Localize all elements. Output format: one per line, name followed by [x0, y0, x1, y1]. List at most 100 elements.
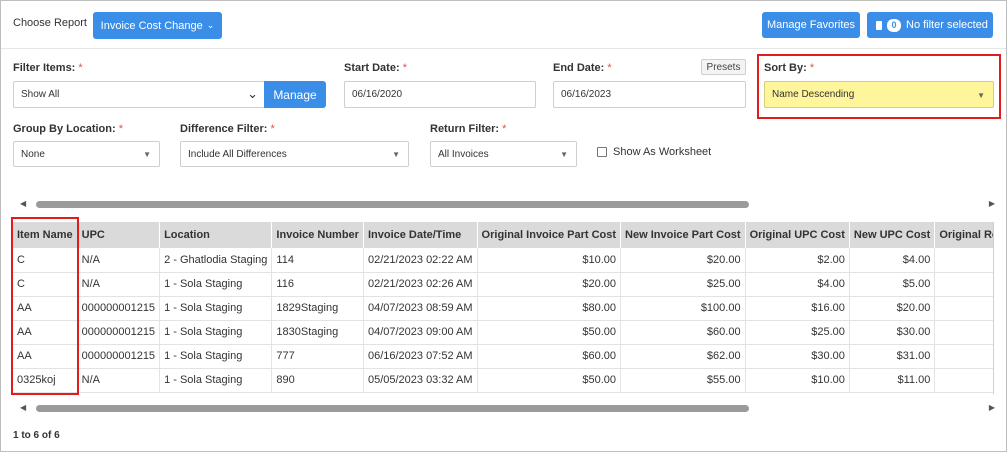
- table-cell: $50.00: [477, 368, 622, 393]
- table-row[interactable]: AA 000000001215 1 - Sola Staging 777 06/16/2…: [13, 344, 993, 369]
- show-as-worksheet-checkbox[interactable]: [597, 147, 607, 157]
- show-as-worksheet-label: Show As Worksheet: [613, 146, 712, 158]
- scroll-left-icon[interactable]: ◀: [20, 403, 26, 412]
- column-header[interactable]: New Invoice Part Cost: [620, 222, 746, 248]
- column-header[interactable]: New UPC Cost: [849, 222, 936, 248]
- results-table: Item Name UPC Location Invoice Number In…: [13, 222, 993, 393]
- table-cell: $30.00: [849, 320, 936, 345]
- table-cell: 000000001215: [77, 344, 161, 369]
- start-date-label: Start Date: *: [344, 62, 407, 74]
- table-cell: 1 - Sola Staging: [159, 296, 273, 321]
- column-header[interactable]: UPC: [77, 222, 161, 248]
- table-row[interactable]: AA 000000001215 1 - Sola Staging 1830Stagin…: [13, 320, 993, 345]
- group-by-value: None: [21, 148, 45, 160]
- chevron-down-icon: ⌄: [206, 20, 215, 30]
- table-cell: 1 - Sola Staging: [159, 368, 273, 393]
- table-cell: $25.00: [620, 272, 746, 297]
- table-cell: $4.00: [745, 272, 850, 297]
- scrollbar-thumb[interactable]: [36, 405, 749, 412]
- table-cell: $60.00: [620, 320, 746, 345]
- table-cell: $100.00: [620, 296, 746, 321]
- return-filter-select[interactable]: All Invoices ▼: [430, 141, 577, 167]
- sort-by-value: Name Descending: [772, 89, 855, 100]
- manage-favorites-button[interactable]: Manage Favorites: [762, 12, 860, 38]
- filter-status-button[interactable]: 0 No filter selected: [867, 12, 993, 38]
- table-scrollbar-bottom[interactable]: ◀ ▶: [20, 403, 995, 413]
- choose-report-label: Choose Report: [13, 17, 87, 29]
- table-cell: N/A: [77, 248, 161, 273]
- table-cell: $80.00: [477, 296, 622, 321]
- column-header[interactable]: Original Invoice Part Cost: [477, 222, 622, 248]
- table-cell: $: [934, 344, 993, 369]
- column-header[interactable]: Location: [159, 222, 273, 248]
- filter-items-select[interactable]: Show All ⌄: [13, 81, 265, 108]
- filter-status-text: No filter selected: [906, 19, 988, 31]
- table-cell: 777: [271, 344, 364, 369]
- table-cell: 2 - Ghatlodia Staging: [159, 248, 273, 273]
- table-cell: 116: [271, 272, 364, 297]
- presets-button[interactable]: Presets: [701, 59, 746, 75]
- difference-filter-label: Difference Filter: *: [180, 123, 275, 135]
- filter-items-value: Show All: [21, 89, 60, 100]
- table-cell: $16.00: [745, 296, 850, 321]
- table-cell: $2.00: [745, 248, 850, 273]
- table-cell: 114: [271, 248, 364, 273]
- return-filter-label: Return Filter: *: [430, 123, 507, 135]
- table-cell: 02/21/2023 02:26 AM: [363, 272, 478, 297]
- table-cell: $: [934, 296, 993, 321]
- table-right-edge: [993, 222, 994, 394]
- table-cell: 000000001215: [77, 320, 161, 345]
- scroll-right-icon[interactable]: ▶: [989, 199, 995, 208]
- table-cell: $11.00: [849, 368, 936, 393]
- scroll-right-icon[interactable]: ▶: [989, 403, 995, 412]
- chevron-down-icon: ⌄: [247, 86, 258, 101]
- table-cell: $: [934, 320, 993, 345]
- scroll-left-icon[interactable]: ◀: [20, 199, 26, 208]
- scrollbar-thumb[interactable]: [36, 201, 749, 208]
- end-date-input[interactable]: 06/16/2023: [553, 81, 746, 108]
- difference-filter-value: Include All Differences: [188, 148, 287, 160]
- table-row[interactable]: 0325koj N/A 1 - Sola Staging 890 05/05/2023 …: [13, 368, 993, 393]
- table-cell: $1: [934, 272, 993, 297]
- column-header[interactable]: Original UPC Cost: [745, 222, 850, 248]
- table-cell: $20.00: [620, 248, 746, 273]
- table-scrollbar-top[interactable]: ◀ ▶: [20, 199, 995, 209]
- table-cell: 1 - Sola Staging: [159, 344, 273, 369]
- table-cell: 1 - Sola Staging: [159, 272, 273, 297]
- table-cell: 02/21/2023 02:22 AM: [363, 248, 478, 273]
- group-by-location-label: Group By Location: *: [13, 123, 124, 135]
- difference-filter-select[interactable]: Include All Differences ▼: [180, 141, 409, 167]
- table-cell: 06/16/2023 07:52 AM: [363, 344, 478, 369]
- sort-by-label: Sort By: *: [764, 62, 815, 74]
- table-cell: $1: [934, 248, 993, 273]
- document-icon: [876, 20, 882, 30]
- report-select-button[interactable]: Invoice Cost Change ⌄: [93, 12, 222, 39]
- column-header[interactable]: Original Retail Price: [934, 222, 993, 248]
- table-cell: $10.00: [745, 368, 850, 393]
- item-name-column-highlight: [11, 217, 79, 395]
- table-cell: $20.00: [849, 296, 936, 321]
- table-row[interactable]: C N/A 2 - Ghatlodia Staging 114 02/21/2023 0…: [13, 248, 993, 273]
- group-by-location-select[interactable]: None ▼: [13, 141, 160, 167]
- table-row[interactable]: C N/A 1 - Sola Staging 116 02/21/2023 02:26 …: [13, 272, 993, 297]
- manage-filter-items-button[interactable]: Manage: [264, 81, 326, 108]
- results-table-viewport: Item Name UPC Location Invoice Number In…: [13, 222, 993, 394]
- filter-items-label: Filter Items: *: [13, 62, 83, 74]
- table-header-row: Item Name UPC Location Invoice Number In…: [13, 222, 993, 248]
- column-header[interactable]: Invoice Number: [271, 222, 364, 248]
- table-cell: $60.00: [477, 344, 622, 369]
- table-cell: $30.00: [745, 344, 850, 369]
- table-row[interactable]: AA 000000001215 1 - Sola Staging 1829Stagin…: [13, 296, 993, 321]
- table-cell: $5.00: [849, 272, 936, 297]
- table-cell: $20.00: [477, 272, 622, 297]
- table-cell: 1829Staging: [271, 296, 364, 321]
- table-cell: 000000001215: [77, 296, 161, 321]
- sort-by-select[interactable]: Name Descending ▼: [764, 81, 994, 108]
- pagination-summary: 1 to 6 of 6: [13, 430, 60, 441]
- start-date-input[interactable]: 06/16/2020: [344, 81, 536, 108]
- column-header[interactable]: Invoice Date/Time: [363, 222, 478, 248]
- filter-count-badge: 0: [887, 18, 901, 32]
- table-cell: $25.00: [745, 320, 850, 345]
- table-cell: N/A: [77, 368, 161, 393]
- table-cell: $62.00: [620, 344, 746, 369]
